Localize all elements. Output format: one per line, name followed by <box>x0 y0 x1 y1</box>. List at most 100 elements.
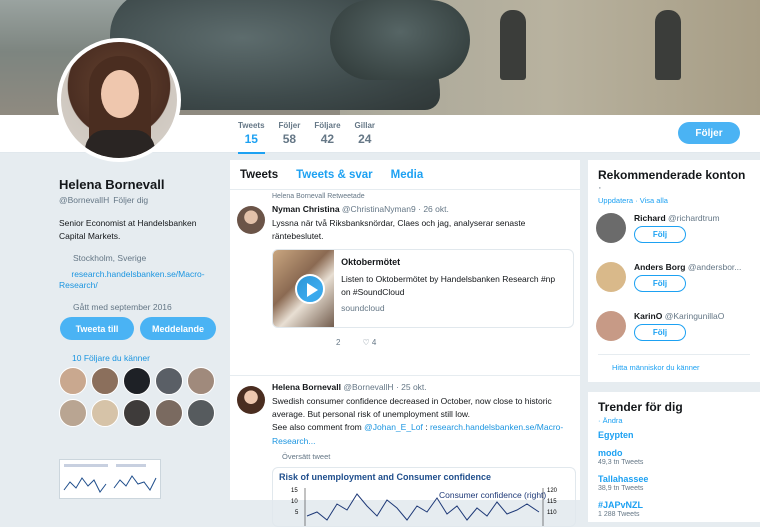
chart-image[interactable]: Risk of unemployment and Consumer confid… <box>272 466 576 527</box>
timeline: Tweets Tweets & svar Media Helena Bornev… <box>230 160 580 527</box>
trend-name[interactable]: Tallahassee <box>598 474 750 484</box>
trend-item[interactable]: modo 49,3 tn Tweets <box>598 448 750 466</box>
follower-avatar[interactable] <box>187 399 215 427</box>
tweet-avatar[interactable] <box>237 206 265 234</box>
follow-account-button[interactable]: Följ <box>634 324 686 341</box>
play-icon[interactable] <box>295 274 325 305</box>
retweet-count[interactable]: 2 <box>336 338 340 347</box>
follows-you-badge: Följer dig <box>113 195 149 205</box>
chart-plot: 15 10 5 120 115 110 Consumer confidence … <box>291 487 558 526</box>
follower-avatar[interactable] <box>187 367 215 395</box>
tweet-actions: 2 ♡ 4 <box>272 328 572 355</box>
stat-label: Gillar <box>354 121 375 130</box>
chart-right-tick: 110 <box>547 510 557 516</box>
refresh-view-all-link[interactable]: Uppdatera · Visa alla <box>598 196 750 205</box>
following-button[interactable]: Följer <box>678 122 740 144</box>
recommended-account[interactable]: KarinO @KaringunillaO Följ <box>596 311 750 352</box>
media-thumbnail[interactable] <box>59 459 161 499</box>
account-name[interactable]: KarinO <box>634 311 662 321</box>
followers-you-know-link[interactable]: 10 Följare du känner <box>72 353 150 363</box>
follow-account-button[interactable]: Följ <box>634 275 686 292</box>
card-body: Oktobermötet Listen to Oktobermötet by H… <box>334 250 573 327</box>
location-text: Stockholm, Sverige <box>73 252 147 263</box>
trend-name[interactable]: modo <box>598 448 750 458</box>
mention-link[interactable]: @Johan_E_Lof <box>364 422 423 432</box>
tweet-text: Lyssna när två Riksbanksnördar, Claes oc… <box>272 218 526 242</box>
account-name[interactable]: Anders Borg <box>634 262 685 272</box>
tweet-text: Swedish consumer confidence decreased in… <box>272 396 564 446</box>
card-domain: soundcloud <box>341 303 385 314</box>
stat-likes[interactable]: Gillar 24 <box>355 121 375 154</box>
profile-handle[interactable]: @BornevallH <box>59 195 109 205</box>
translate-link[interactable]: Översätt tweet <box>272 452 572 461</box>
profile-avatar[interactable] <box>57 38 181 162</box>
tweet[interactable]: Helena Bornevall @BornevallH · 25 okt. S… <box>230 380 580 527</box>
tweet[interactable]: Helena Bornevall Retweetade Nyman Christ… <box>230 190 580 376</box>
card-title: Oktobermötet <box>341 257 401 268</box>
tweet-author[interactable]: Nyman Christina <box>272 204 340 214</box>
recommended-account[interactable]: Anders Borg @andersbor... Följ <box>596 262 750 303</box>
tweet-handle[interactable]: @BornevallH <box>343 382 393 392</box>
trends-change-link[interactable]: · Ändra <box>598 416 623 425</box>
stat-followers[interactable]: Följare 42 <box>314 121 340 154</box>
tweet-body: Swedish consumer confidence decreased in… <box>272 396 552 420</box>
profile-name[interactable]: Helena Bornevall <box>59 177 224 192</box>
recommended-account[interactable]: Richard @richardtrum Följ <box>596 213 750 254</box>
follower-avatar[interactable] <box>59 367 87 395</box>
follower-avatar[interactable] <box>91 399 119 427</box>
stat-following[interactable]: Följer 58 <box>279 121 301 154</box>
tab-tweets[interactable]: Tweets <box>240 169 278 181</box>
follower-avatar[interactable] <box>123 367 151 395</box>
like-action[interactable]: ♡ 4 <box>362 338 376 347</box>
follower-avatar[interactable] <box>91 367 119 395</box>
profile-bio: Senior Economist at Handelsbanken Capita… <box>59 218 197 241</box>
profile-stats: Tweets 15 Följer 58 Följare 42 Gillar 24 <box>238 121 375 154</box>
find-people-link[interactable]: Hitta människor du känner <box>598 354 750 382</box>
account-name[interactable]: Richard <box>634 213 666 223</box>
account-handle: @richardtrum <box>668 213 720 223</box>
trend-name[interactable]: #JAPvNZL <box>598 500 750 510</box>
chart-left-tick: 10 <box>291 499 298 505</box>
trends-title: Trender för dig <box>598 400 683 414</box>
right-sidebar: Rekommenderade konton · Uppdatera · Visa… <box>588 160 760 522</box>
banner-window <box>500 10 526 80</box>
trend-name[interactable]: Egypten <box>598 430 750 440</box>
trend-count: 49,3 tn Tweets <box>598 459 644 466</box>
account-avatar[interactable] <box>596 262 626 292</box>
chart-legend: Consumer confidence (right) <box>439 490 546 500</box>
tweet-avatar[interactable] <box>237 386 265 414</box>
trend-count: 1 288 Tweets <box>598 511 640 518</box>
profile-location: Stockholm, Sverige <box>59 253 224 263</box>
follower-avatar[interactable] <box>123 399 151 427</box>
soundcloud-card[interactable]: Oktobermötet Listen to Oktobermötet by H… <box>272 249 574 329</box>
tweet-handle[interactable]: @ChristinaNyman9 <box>342 204 416 214</box>
card-image <box>273 250 335 328</box>
tweet-date[interactable]: · 26 okt. <box>418 204 449 214</box>
tab-tweets-and-replies[interactable]: Tweets & svar <box>296 169 373 181</box>
account-avatar[interactable] <box>596 311 626 341</box>
trend-item[interactable]: Tallahassee 38,9 tn Tweets <box>598 474 750 492</box>
follower-avatar[interactable] <box>155 367 183 395</box>
trend-item[interactable]: Egypten <box>598 430 750 440</box>
profile-actions: Tweeta till Meddelande <box>60 317 216 340</box>
chart-title: Risk of unemployment and Consumer confid… <box>279 471 492 482</box>
follower-avatar[interactable] <box>59 399 87 427</box>
stat-value: 42 <box>320 132 335 146</box>
recommended-dot: · <box>598 182 602 194</box>
chart-right-tick: 120 <box>547 488 558 494</box>
trend-item[interactable]: #JAPvNZL 1 288 Tweets <box>598 500 750 518</box>
profile-url-link[interactable]: research.handelsbanken.se/Macro-Research… <box>59 269 205 291</box>
tweet-header: Nyman Christina @ChristinaNyman9 · 26 ok… <box>272 204 572 214</box>
follow-account-button[interactable]: Följ <box>634 226 686 243</box>
profile-card: Helena Bornevall @BornevallH Följer dig S… <box>59 177 224 312</box>
stat-tweets[interactable]: Tweets 15 <box>238 121 265 154</box>
tweet-author[interactable]: Helena Bornevall <box>272 382 341 392</box>
message-button[interactable]: Meddelande <box>140 317 216 340</box>
stat-label: Följare <box>314 121 341 130</box>
follower-avatar[interactable] <box>155 399 183 427</box>
tab-media[interactable]: Media <box>391 169 424 181</box>
account-avatar[interactable] <box>596 213 626 243</box>
tweet-to-button[interactable]: Tweeta till <box>60 317 134 340</box>
tweet-date[interactable]: · 25 okt. <box>396 382 427 392</box>
timeline-tabs: Tweets Tweets & svar Media <box>230 160 580 190</box>
